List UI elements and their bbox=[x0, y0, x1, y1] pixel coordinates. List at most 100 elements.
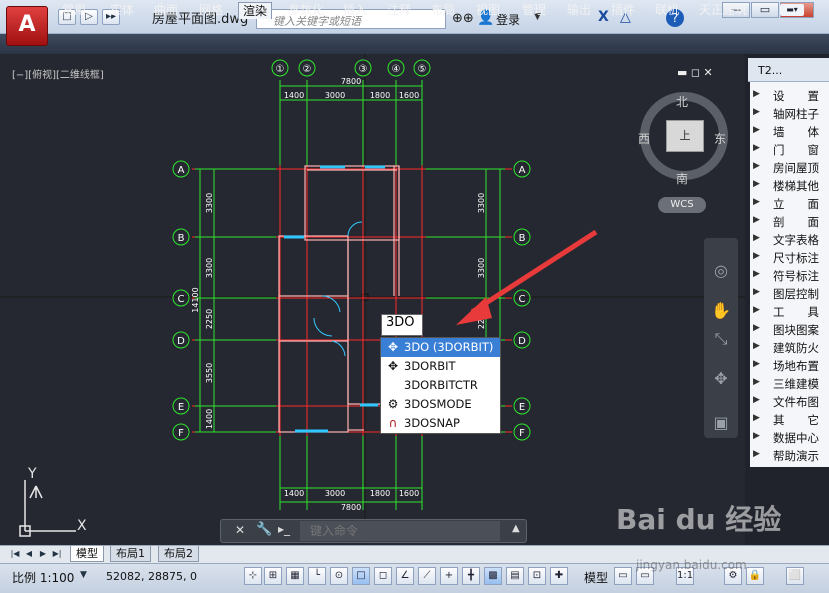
palette-item-layers[interactable]: ▶ 图层控制 bbox=[750, 285, 829, 303]
lineweight-icon[interactable]: ╋ bbox=[462, 567, 480, 585]
wcs-menu-button[interactable]: WCS bbox=[658, 197, 706, 213]
palette-item-other[interactable]: ▶ 其 它 bbox=[750, 411, 829, 429]
palette-item-dimensions[interactable]: ▶ 尺寸标注 bbox=[750, 249, 829, 267]
dynamic-input-field[interactable]: 3DO bbox=[381, 314, 423, 336]
zoom-icon[interactable]: ⤡ bbox=[708, 326, 734, 352]
viewport-controls-label[interactable]: [−][俯视][二维线框] bbox=[12, 66, 104, 81]
layout-tab-model[interactable]: 模型 bbox=[70, 546, 104, 562]
dim-left-1: 3300 bbox=[205, 193, 214, 213]
palette-item-symbols[interactable]: ▶ 符号标注 bbox=[750, 267, 829, 285]
app-menu-button[interactable]: A bbox=[6, 6, 48, 46]
palette-item-doors-windows[interactable]: ▶ 门 窗 bbox=[750, 141, 829, 159]
wrench-icon[interactable]: 🔧 bbox=[256, 522, 272, 537]
autocomplete-item-3dorbitctr[interactable]: 3DORBITCTR bbox=[381, 376, 500, 395]
autocomplete-item-3dosnap[interactable]: ∩ 3DOSNAP bbox=[381, 414, 500, 433]
tab-online[interactable]: 联机 bbox=[651, 2, 683, 19]
command-input[interactable] bbox=[300, 521, 500, 541]
close-icon[interactable]: ✕ bbox=[235, 523, 245, 537]
palette-item-text-table[interactable]: ▶ 文字表格 bbox=[750, 231, 829, 249]
selection-cycling-icon[interactable]: ⊡ bbox=[528, 567, 546, 585]
drawing-scale[interactable]: 比例 1:100 bbox=[12, 569, 74, 586]
palette-item-blocks[interactable]: ▶ 图块图案 bbox=[750, 321, 829, 339]
next-layout-icon[interactable]: ▶ bbox=[38, 548, 48, 560]
compass-west[interactable]: 西 bbox=[638, 130, 650, 147]
palette-item-data-center[interactable]: ▶ 数据中心 bbox=[750, 429, 829, 447]
palette-title[interactable]: T2... bbox=[758, 64, 782, 77]
viewport-window-controls[interactable]: ▬ ◻ ✕ bbox=[677, 66, 713, 79]
tab-layout[interactable]: 布局 bbox=[427, 2, 459, 19]
tab-mesh[interactable]: 网格 bbox=[195, 2, 227, 19]
osnap-icon[interactable]: □ bbox=[352, 567, 370, 585]
tab-plugins[interactable]: 插件 bbox=[607, 2, 639, 19]
expand-arrow-icon: ▶ bbox=[753, 287, 760, 297]
infer-constraints-icon[interactable]: ⊹ bbox=[244, 567, 262, 585]
prev-layout-icon[interactable]: ◀ bbox=[24, 548, 34, 560]
scale-dropdown-icon[interactable]: ▼ bbox=[80, 570, 87, 580]
compass-south[interactable]: 南 bbox=[676, 170, 688, 187]
expand-arrow-icon: ▶ bbox=[753, 377, 760, 387]
tab-surface[interactable]: 曲面 bbox=[150, 2, 182, 19]
tab-solid[interactable]: 实体 bbox=[106, 2, 138, 19]
tab-home[interactable]: 常用 bbox=[58, 2, 90, 19]
command-history-icon[interactable]: ▲ bbox=[512, 523, 520, 534]
transparency-icon[interactable]: ▩ bbox=[484, 567, 502, 585]
3d-osnap-icon[interactable]: ◻ bbox=[374, 567, 392, 585]
tab-tangent[interactable]: 天正建筑 bbox=[695, 2, 751, 19]
tab-insert[interactable]: 插入 bbox=[339, 2, 371, 19]
quick-properties-icon[interactable]: ▤ bbox=[506, 567, 524, 585]
palette-item-walls[interactable]: ▶ 墙 体 bbox=[750, 123, 829, 141]
compass-east[interactable]: 东 bbox=[714, 130, 726, 147]
restore-button[interactable]: ▭ bbox=[751, 2, 779, 18]
ortho-icon[interactable]: └ bbox=[308, 567, 326, 585]
tab-view[interactable]: 视图 bbox=[472, 2, 504, 19]
autocomplete-item-3do[interactable]: ✥ 3DO (3DORBIT) bbox=[381, 338, 500, 357]
axis-label-row-b: B bbox=[178, 233, 185, 244]
palette-item-site[interactable]: ▶ 场地布置 bbox=[750, 357, 829, 375]
palette-item-tools[interactable]: ▶ 工 具 bbox=[750, 303, 829, 321]
expand-arrow-icon: ▶ bbox=[753, 179, 760, 189]
annotation-monitor-icon[interactable]: ✚ bbox=[550, 567, 568, 585]
tab-render[interactable]: 渲染 bbox=[238, 2, 273, 19]
palette-item-elevation[interactable]: ▶ 立 面 bbox=[750, 195, 829, 213]
axis-label-row-f: F bbox=[178, 428, 184, 439]
ribbon-minimize-icon[interactable]: ▬▾ bbox=[780, 4, 804, 16]
ducs-icon[interactable]: ⟋ bbox=[418, 567, 436, 585]
showmotion-icon[interactable]: ▣ bbox=[708, 410, 734, 436]
lock-icon[interactable]: 🔒 bbox=[746, 567, 764, 585]
tab-annotate[interactable]: 注释 bbox=[383, 2, 415, 19]
grid-icon[interactable]: ▦ bbox=[286, 567, 304, 585]
first-layout-icon[interactable]: |◀ bbox=[10, 548, 20, 560]
palette-item-settings[interactable]: ▶ 设 置 bbox=[750, 87, 829, 105]
palette-item-3d-model[interactable]: ▶ 三维建模 bbox=[750, 375, 829, 393]
autocomplete-item-3dosmode[interactable]: ⚙ 3DOSMODE bbox=[381, 395, 500, 414]
palette-item-help[interactable]: ▶ 帮助演示 bbox=[750, 447, 829, 465]
orbit-icon[interactable]: ✥ bbox=[708, 366, 734, 392]
compass-north[interactable]: 北 bbox=[676, 93, 688, 110]
clean-screen-icon[interactable]: ⬜ bbox=[786, 567, 804, 585]
last-layout-icon[interactable]: ▶| bbox=[52, 548, 62, 560]
autocad-window: A □ ▷ ▸▸ 房屋平面图.dwg ▶ 键入关键字或短语 ⊕⊕ 👤 登录 ▼ … bbox=[0, 0, 829, 593]
quick-view-layouts-icon[interactable]: ▭ bbox=[614, 567, 632, 585]
palette-item-room-roof[interactable]: ▶ 房间屋顶 bbox=[750, 159, 829, 177]
viewcube-top-face[interactable]: 上 bbox=[666, 120, 704, 152]
snap-icon[interactable]: ⊞ bbox=[264, 567, 282, 585]
palette-item-fire[interactable]: ▶ 建筑防火 bbox=[750, 339, 829, 357]
polar-icon[interactable]: ⊙ bbox=[330, 567, 348, 585]
cursor-coordinates[interactable]: 52082, 28875, 0 bbox=[106, 570, 197, 583]
palette-item-section[interactable]: ▶ 剖 面 bbox=[750, 213, 829, 231]
otrack-icon[interactable]: ∠ bbox=[396, 567, 414, 585]
tab-manage[interactable]: 管理 bbox=[518, 2, 550, 19]
drawing-canvas[interactable]: ① ② ③ ④ ⑤ ① ② ③ ④ ⑤ A B C D E F A B C D bbox=[0, 54, 745, 545]
dyn-input-icon[interactable]: + bbox=[440, 567, 458, 585]
tab-parametric[interactable]: 参数化 bbox=[284, 2, 328, 19]
layout-tab-layout2[interactable]: 布局2 bbox=[158, 546, 199, 562]
tab-output[interactable]: 输出 bbox=[563, 2, 595, 19]
autocomplete-item-3dorbit[interactable]: ✥ 3DORBIT bbox=[381, 357, 500, 376]
steering-wheel-icon[interactable]: ◎ bbox=[708, 258, 734, 284]
palette-item-stairs[interactable]: ▶ 楼梯其他 bbox=[750, 177, 829, 195]
model-space-toggle[interactable]: 模型 bbox=[584, 569, 608, 586]
palette-item-file-layout[interactable]: ▶ 文件布图 bbox=[750, 393, 829, 411]
pan-hand-icon[interactable]: ✋ bbox=[708, 298, 734, 324]
palette-item-axis-grid[interactable]: ▶ 轴网柱子 bbox=[750, 105, 829, 123]
layout-tab-layout1[interactable]: 布局1 bbox=[110, 546, 151, 562]
